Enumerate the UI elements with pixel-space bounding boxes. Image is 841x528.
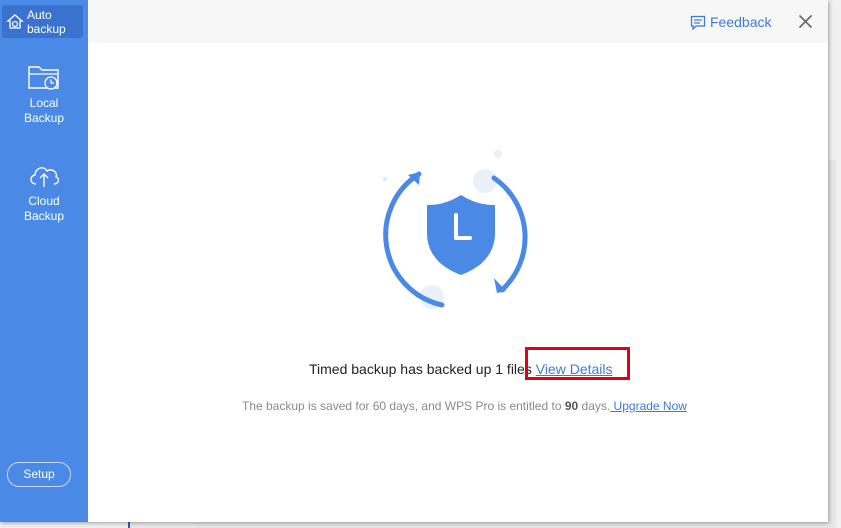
close-button[interactable] xyxy=(797,13,814,30)
highlight-box xyxy=(525,347,630,380)
close-icon xyxy=(798,14,813,29)
sidebar-item-label-line2: Backup xyxy=(23,209,65,223)
backup-status-text: Timed backup has backed up 1 files xyxy=(309,361,532,377)
sidebar-item-label: Auto backup xyxy=(27,8,66,36)
feedback-label: Feedback xyxy=(710,14,772,30)
sidebar: Auto backup Local Backup Cloud Backup Se… xyxy=(0,0,88,522)
feedback-button[interactable]: Feedback xyxy=(690,14,771,30)
sidebar-item-cloud-backup[interactable]: Cloud Backup xyxy=(0,160,88,224)
setup-button[interactable]: Setup xyxy=(7,462,71,487)
sidebar-item-label-line1: Cloud xyxy=(28,194,60,208)
sidebar-item-label-line1: Local xyxy=(29,96,59,110)
retention-info-suffix: days. xyxy=(578,399,611,413)
retention-info: The backup is saved for 60 days, and WPS… xyxy=(242,399,687,413)
backup-shield-illustration xyxy=(382,150,528,309)
auto-backup-icon xyxy=(6,13,24,29)
upgrade-now-link[interactable]: Upgrade Now xyxy=(610,399,687,413)
feedback-icon xyxy=(690,15,706,30)
auto-backup-dialog: Auto backup Local Backup Cloud Backup Se… xyxy=(0,0,828,522)
sidebar-item-auto-backup[interactable]: Auto backup xyxy=(2,5,83,38)
sidebar-item-label-line2: backup xyxy=(27,21,66,36)
cloud-upload-icon xyxy=(30,167,60,187)
sidebar-item-local-backup[interactable]: Local Backup xyxy=(0,62,88,126)
local-backup-folder-icon xyxy=(28,66,59,90)
sidebar-item-label-line1: Auto xyxy=(27,7,52,22)
sidebar-item-label-line2: Backup xyxy=(23,111,65,125)
retention-info-text: The backup is saved for 60 days, and WPS… xyxy=(242,399,565,413)
retention-days: 90 xyxy=(564,399,579,413)
